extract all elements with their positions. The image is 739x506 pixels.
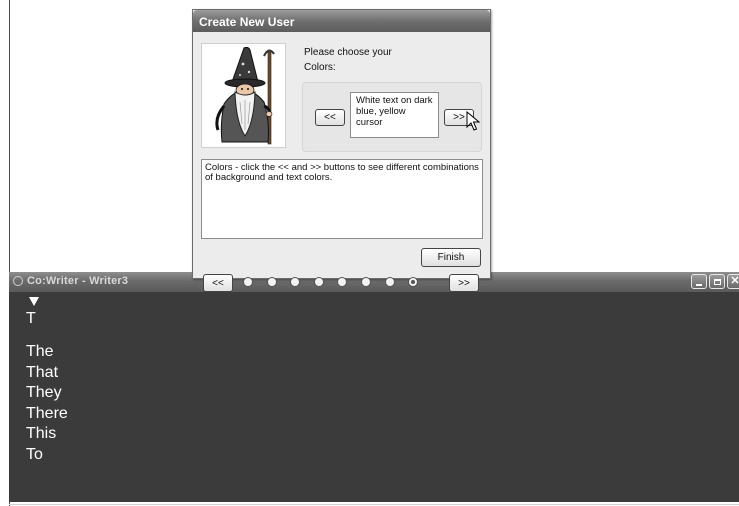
prediction-item[interactable]: The [26,342,68,363]
page-dot [266,277,277,287]
page-dot [384,277,395,287]
prediction-item[interactable]: This [26,424,68,445]
finish-button[interactable]: Finish [421,248,481,267]
typed-text[interactable]: T [26,310,36,328]
minimize-button[interactable] [691,274,707,289]
mouse-pointer-icon [466,111,480,131]
page-indicator [243,277,419,287]
text-cursor-marker [29,297,39,306]
dialog-titlebar[interactable]: Create New User [193,10,490,32]
window-controls: ✕ [691,274,739,289]
wizard-illustration [201,43,286,148]
close-button[interactable]: ✕ [727,274,739,289]
maximize-icon [713,278,721,285]
color-chooser: << White text on dark blue, yellow curso… [302,82,482,152]
app-circle-icon [13,276,23,286]
bottom-divider [9,504,739,505]
dialog-title: Create New User [199,15,295,29]
writer-title: Co:Writer - Writer3 [27,275,129,287]
page-dot [243,277,253,287]
close-icon: ✕ [730,275,739,287]
page-dot [313,277,324,287]
prompt-line: Colors: [304,62,336,73]
page-dot [360,277,371,287]
prompt-line: Please choose your [304,47,392,58]
next-page-button[interactable]: >> [449,274,479,292]
prediction-item[interactable]: They [26,383,68,404]
page-dot [290,277,301,287]
minimize-icon [696,283,702,286]
previous-page-button[interactable]: << [203,274,233,292]
create-user-dialog: Create New User Please choose your Color… [192,9,491,292]
color-option-display: White text on dark blue, yellow cursor [350,92,439,138]
prediction-list: The That They There This To [26,342,68,465]
prediction-item[interactable]: To [26,445,68,466]
prediction-item[interactable]: There [26,404,68,425]
prediction-item[interactable]: That [26,363,68,384]
writer-window: Co:Writer - Writer3 ✕ T The That They Th… [9,272,739,502]
page-dot [408,277,419,287]
maximize-button[interactable] [709,274,725,289]
color-prompt: Please choose your Colors: [304,45,392,75]
previous-color-button[interactable]: << [315,109,345,126]
help-text-box: Colors - click the << and >> buttons to … [201,159,483,239]
page-dot [337,277,348,287]
